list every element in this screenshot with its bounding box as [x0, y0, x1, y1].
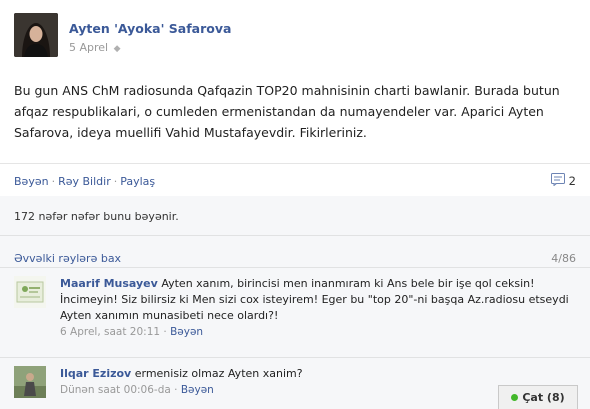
commenter-avatar[interactable] — [14, 276, 46, 308]
commenter-name[interactable]: Ilqar Ezizov — [60, 367, 131, 380]
online-status-icon — [511, 394, 519, 401]
comment-content: Maarif Musayev Ayten xanım, birincisi me… — [60, 276, 570, 324]
separator: · — [113, 175, 118, 188]
view-previous-comments-row: Əvvəlki rəylərə bax 4/86 — [0, 236, 590, 268]
share-count[interactable]: 2 — [550, 173, 576, 189]
likes-summary: 172 nəfər nəfər bunu bəyənir. — [0, 196, 590, 236]
separator: · — [163, 326, 167, 338]
separator: · — [174, 384, 178, 396]
comment-content: Ilqar Ezizov ermenisiz olmaz Ayten xanim… — [60, 366, 570, 382]
comment-like-button[interactable]: Bəyən — [181, 384, 214, 396]
comment-time: 6 Aprel, saat 20:11 — [60, 326, 161, 338]
post-date: 5 Aprel ◆ — [69, 41, 121, 54]
comment-item: Maarif Musayev Ayten xanım, birincisi me… — [0, 268, 590, 358]
comment-like-button[interactable]: Bəyən — [170, 326, 203, 338]
comment-time: Dünən saat 00:06-da — [60, 384, 171, 396]
chat-label: Çat (8) — [522, 391, 565, 404]
comment-meta: 6 Aprel, saat 20:11 · Bəyən — [60, 324, 570, 340]
comment-text: ermenisiz olmaz Ayten xanim? — [131, 367, 303, 380]
comment-body: Ilqar Ezizov ermenisiz olmaz Ayten xanim… — [60, 366, 570, 398]
share-button[interactable]: Paylaş — [120, 175, 155, 188]
author-avatar[interactable] — [14, 13, 58, 57]
comment-body: Maarif Musayev Ayten xanım, birincisi me… — [60, 276, 570, 340]
comment-button[interactable]: Rəy Bildir — [58, 175, 111, 188]
divider — [0, 163, 590, 164]
post-text: Bu gun ANS ChM radiosunda Qafqazin TOP20… — [14, 83, 560, 140]
likes-link[interactable]: 172 nəfər nəfər bunu bəyənir. — [14, 210, 179, 223]
like-button[interactable]: Bəyən — [14, 175, 49, 188]
post-date-link[interactable]: 5 Aprel — [69, 41, 108, 54]
chat-tab[interactable]: Çat (8) — [498, 385, 578, 409]
view-previous-comments-link[interactable]: Əvvəlki rəylərə bax — [14, 252, 121, 265]
comment-count: 4/86 — [551, 252, 576, 265]
share-count-value: 2 — [568, 174, 576, 188]
audience-icon: ◆ — [113, 44, 121, 54]
separator: · — [51, 175, 56, 188]
commenter-name[interactable]: Maarif Musayev — [60, 277, 158, 290]
comment-meta: Dünən saat 00:06-da · Bəyən — [60, 382, 570, 398]
facebook-post: Ayten 'Ayoka' Safarova 5 Aprel ◆ Bu gun … — [0, 0, 590, 409]
shares-icon — [550, 173, 565, 189]
commenter-avatar[interactable] — [14, 366, 46, 398]
comments-section: 172 nəfər nəfər bunu bəyənir. Əvvəlki rə… — [0, 196, 590, 409]
author-name[interactable]: Ayten 'Ayoka' Safarova — [69, 21, 231, 36]
post-actions: Bəyən · Rəy Bildir · Paylaş — [14, 175, 155, 188]
